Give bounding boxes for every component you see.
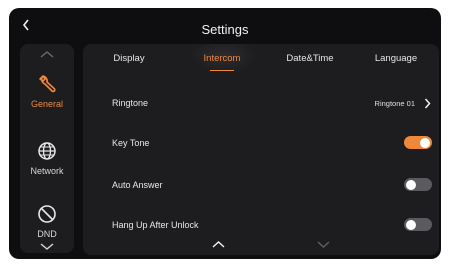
hang-up-after-unlock-toggle[interactable] <box>404 218 432 231</box>
ringtone-value: Ringtone 01 <box>374 99 415 108</box>
sidebar-item-label: DND <box>37 229 57 239</box>
wrench-icon <box>39 75 56 93</box>
page-title: Settings <box>201 22 249 37</box>
toggle-knob <box>420 137 430 148</box>
chevron-right-icon <box>424 98 431 109</box>
toggle-knob <box>406 179 416 190</box>
setting-label: Hang Up After Unlock <box>112 220 199 230</box>
settings-screen: Settings General Network DND Display Int… <box>9 8 441 259</box>
active-tab-indicator <box>210 70 234 71</box>
key-tone-toggle[interactable] <box>404 136 432 149</box>
tab-language[interactable]: Language <box>375 53 417 64</box>
setting-label: Ringtone <box>112 98 149 108</box>
setting-row-auto-answer: Auto Answer <box>83 168 439 202</box>
setting-row-hang-up-after-unlock: Hang Up After Unlock <box>83 208 439 242</box>
sidebar: General Network DND <box>20 44 74 253</box>
setting-label: Key Tone <box>112 138 150 148</box>
setting-row-ringtone[interactable]: Ringtone Ringtone 01 <box>83 86 439 120</box>
globe-icon <box>38 142 56 160</box>
toggle-knob <box>406 219 416 230</box>
chevron-up-icon[interactable] <box>38 50 56 58</box>
do-not-disturb-icon <box>38 205 56 223</box>
sidebar-item-network[interactable]: Network <box>20 141 74 176</box>
page-down-icon[interactable] <box>317 241 330 248</box>
page-up-icon[interactable] <box>212 241 225 248</box>
chevron-down-icon[interactable] <box>38 243 56 251</box>
settings-panel: Display Intercom Date&Time Language Ring… <box>83 44 439 255</box>
sidebar-item-label: General <box>30 99 64 109</box>
tab-display[interactable]: Display <box>113 53 144 64</box>
auto-answer-toggle[interactable] <box>404 178 432 191</box>
tab-intercom[interactable]: Intercom <box>204 53 241 64</box>
sidebar-item-general[interactable]: General <box>20 74 74 109</box>
setting-label: Auto Answer <box>112 180 163 190</box>
sidebar-item-dnd[interactable]: DND <box>20 204 74 239</box>
setting-row-key-tone: Key Tone <box>83 126 439 160</box>
sidebar-item-label: Network <box>30 166 64 176</box>
tab-bar: Display Intercom Date&Time Language <box>83 44 439 74</box>
tab-date-time[interactable]: Date&Time <box>286 53 333 64</box>
